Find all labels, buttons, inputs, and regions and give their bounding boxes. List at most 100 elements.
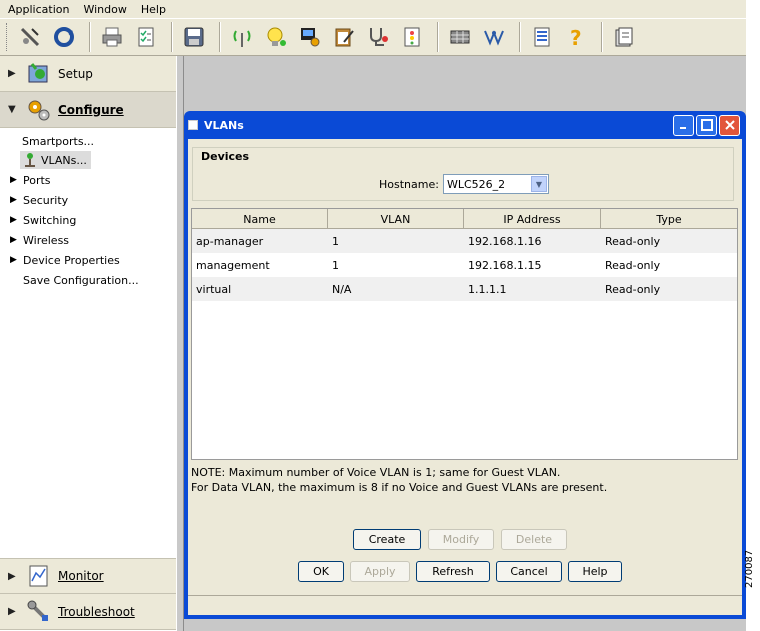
sidebar-item-switching-label: Switching: [23, 213, 77, 227]
wireless-icon[interactable]: [227, 22, 257, 52]
toolbar-grip[interactable]: [6, 23, 9, 51]
sidebar-item-ports-label: Ports: [23, 173, 51, 187]
maximize-button[interactable]: [696, 114, 717, 136]
sidebar-item-save-configuration[interactable]: Save Configuration...: [23, 271, 139, 289]
sidebar-label-troubleshoot: Troubleshoot: [58, 604, 135, 619]
refresh-button[interactable]: Refresh: [416, 561, 490, 582]
refresh-icon[interactable]: [49, 22, 79, 52]
connect-icon[interactable]: [15, 22, 45, 52]
note-line-1: NOTE: Maximum number of Voice VLAN is 1;…: [191, 466, 561, 479]
modify-button[interactable]: Modify: [428, 529, 494, 550]
monitor-icon: [26, 563, 52, 589]
cell-vlan: N/A: [332, 282, 352, 296]
expand-arrow-icon[interactable]: ▶: [10, 255, 20, 265]
table-row[interactable]: management 1 192.168.1.15 Read-only: [192, 253, 737, 277]
help-icon[interactable]: ?: [561, 22, 591, 52]
vlan-note: NOTE: Maximum number of Voice VLAN is 1;…: [191, 465, 607, 495]
cell-name: virtual: [196, 282, 232, 296]
table-row[interactable]: virtual N/A 1.1.1.1 Read-only: [192, 277, 737, 301]
cell-ip-address: 192.168.1.16: [468, 234, 542, 248]
sidebar-label-setup: Setup: [58, 66, 93, 81]
book-icon[interactable]: [609, 22, 639, 52]
cell-vlan: 1: [332, 258, 339, 272]
menu-window[interactable]: Window: [83, 3, 126, 16]
hostname-row: Hostname: WLC526_2 ▼: [379, 174, 549, 194]
sidebar-item-security[interactable]: ▶ Security: [10, 191, 68, 209]
chevron-down-icon[interactable]: ▼: [530, 176, 547, 192]
close-button[interactable]: [719, 114, 740, 136]
help-button[interactable]: Help: [568, 561, 622, 582]
list-icon[interactable]: [527, 22, 557, 52]
toolbar-separator: [519, 22, 521, 52]
column-header-ip-address[interactable]: IP Address: [464, 209, 601, 229]
menu-application[interactable]: Application: [8, 3, 69, 16]
expand-arrow-icon[interactable]: ▶: [10, 235, 20, 245]
toolbar-separator: [171, 22, 173, 52]
sidebar-header-configure[interactable]: ▼ Configure: [0, 92, 176, 128]
sidebar-header-troubleshoot[interactable]: ▶ Troubleshoot: [0, 594, 176, 630]
cell-vlan: 1: [332, 234, 339, 248]
column-header-type[interactable]: Type: [601, 209, 737, 229]
expand-arrow-icon[interactable]: ▶: [8, 606, 20, 617]
cell-ip-address: 1.1.1.1: [468, 282, 507, 296]
expand-arrow-icon[interactable]: ▶: [8, 68, 20, 79]
cell-ip-address: 192.168.1.15: [468, 258, 542, 272]
hostname-label: Hostname:: [379, 177, 439, 191]
setup-icon: [26, 61, 52, 87]
gears-icon: [26, 97, 52, 123]
dialog-body: Devices Hostname: WLC526_2 ▼ Name VLAN I…: [188, 139, 742, 615]
expand-arrow-icon[interactable]: ▶: [10, 195, 20, 205]
delete-button[interactable]: Delete: [501, 529, 567, 550]
bulb-icon[interactable]: [261, 22, 291, 52]
menu-help[interactable]: Help: [141, 3, 166, 16]
clipboard-icon[interactable]: [329, 22, 359, 52]
wrench-icon: [26, 599, 52, 625]
sidebar-item-vlans-label: VLANs...: [41, 153, 87, 167]
minimize-button[interactable]: [673, 114, 694, 136]
menu-bar: Application Window Help: [0, 0, 746, 18]
table-row[interactable]: ap-manager 1 192.168.1.16 Read-only: [192, 229, 737, 253]
save-icon[interactable]: [179, 22, 209, 52]
ok-button[interactable]: OK: [298, 561, 344, 582]
devices-title: Devices: [201, 150, 250, 163]
device-gear-icon[interactable]: [295, 22, 325, 52]
window-controls: [673, 114, 740, 136]
report-icon[interactable]: [397, 22, 427, 52]
column-header-name[interactable]: Name: [192, 209, 328, 229]
sidebar-item-vlans[interactable]: VLANs...: [20, 151, 91, 169]
expand-arrow-icon[interactable]: ▶: [10, 175, 20, 185]
checklist-icon[interactable]: [131, 22, 161, 52]
sidebar-label-monitor: Monitor: [58, 569, 104, 583]
sidebar-item-ports[interactable]: ▶ Ports: [10, 171, 51, 189]
figure-number: 270087: [744, 549, 755, 588]
stethoscope-icon[interactable]: [363, 22, 393, 52]
sidebar-item-device-properties[interactable]: ▶ Device Properties: [10, 251, 120, 269]
cancel-button[interactable]: Cancel: [496, 561, 562, 582]
apply-button[interactable]: Apply: [350, 561, 410, 582]
toolbar: ?: [0, 18, 746, 56]
note-line-2: For Data VLAN, the maximum is 8 if no Vo…: [191, 481, 608, 494]
window-icon: [188, 120, 198, 130]
grid-icon[interactable]: [445, 22, 475, 52]
network-icon[interactable]: [479, 22, 509, 52]
sidebar-item-device-properties-label: Device Properties: [23, 253, 120, 267]
sidebar-header-setup[interactable]: ▶ Setup: [0, 56, 176, 92]
vlan-table: Name VLAN IP Address Type ap-manager 1 1…: [191, 208, 738, 460]
sidebar-header-monitor[interactable]: ▶ Monitor: [0, 558, 176, 594]
expand-arrow-icon[interactable]: ▶: [8, 571, 20, 582]
cell-name: ap-manager: [196, 234, 264, 248]
sidebar-item-wireless-label: Wireless: [23, 233, 70, 247]
create-button[interactable]: Create: [353, 529, 421, 550]
expand-arrow-icon[interactable]: ▶: [10, 215, 20, 225]
dialog-title-bar[interactable]: VLANs: [188, 111, 742, 139]
print-icon[interactable]: [97, 22, 127, 52]
sidebar-item-smartports[interactable]: Smartports...: [22, 132, 94, 150]
collapse-arrow-icon[interactable]: ▼: [8, 104, 20, 115]
column-header-vlan[interactable]: VLAN: [328, 209, 464, 229]
sidebar-splitter[interactable]: [176, 56, 184, 631]
sidebar-label-configure: Configure: [58, 102, 124, 117]
sidebar-item-wireless[interactable]: ▶ Wireless: [10, 231, 69, 249]
sidebar-item-switching[interactable]: ▶ Switching: [10, 211, 76, 229]
hostname-select[interactable]: WLC526_2 ▼: [442, 174, 549, 194]
cell-type: Read-only: [605, 234, 661, 248]
